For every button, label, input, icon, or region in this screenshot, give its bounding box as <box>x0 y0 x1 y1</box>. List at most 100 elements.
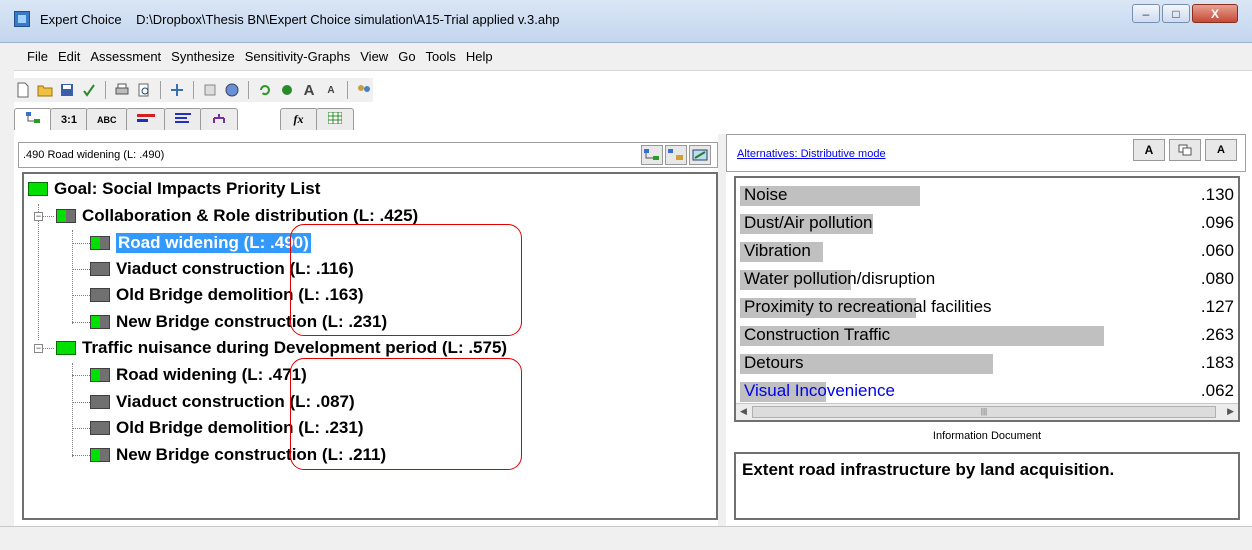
alternatives-header: Alternatives: Distributive mode A A <box>726 134 1246 172</box>
window-title: Expert Choice D:\Dropbox\Thesis BN\Exper… <box>40 12 560 27</box>
menu-synthesize[interactable]: Synthesize <box>166 49 240 64</box>
view-tabs: 3:1 ABC fx <box>14 106 354 130</box>
alternative-name: Proximity to recreational facilities <box>744 297 992 316</box>
globe-icon[interactable] <box>223 81 241 99</box>
toolbar-separator <box>193 81 194 99</box>
alternative-row[interactable]: Vibration .060 <box>740 240 1234 262</box>
new-file-icon[interactable] <box>14 81 32 99</box>
open-folder-icon[interactable] <box>36 81 54 99</box>
hierarchy-icon <box>211 112 227 127</box>
toolbar-separator <box>105 81 106 99</box>
alternative-value: .130 <box>1200 185 1234 204</box>
node-marker <box>90 448 110 462</box>
alternative-name: Construction Traffic <box>744 325 891 344</box>
font-larger-icon[interactable]: A <box>300 81 318 99</box>
formula-icon: fx <box>293 112 304 126</box>
node-marker <box>90 236 110 250</box>
users-icon[interactable] <box>355 81 373 99</box>
menu-go[interactable]: Go <box>393 49 420 64</box>
tab-pairwise-graphical[interactable] <box>125 108 166 130</box>
alternative-row[interactable]: Water pollution/disruption .080 <box>740 268 1234 290</box>
menu-sensitivity-graphs[interactable]: Sensitivity-Graphs <box>240 49 355 64</box>
font-style-icon[interactable]: A <box>1133 139 1165 161</box>
node-status-bar: .490 Road widening (L: .490) <box>18 142 718 168</box>
menu-edit[interactable]: Edit <box>53 49 85 64</box>
menu-tools[interactable]: Tools <box>421 49 461 64</box>
alternative-row[interactable]: Dust/Air pollution .096 <box>740 212 1234 234</box>
alternative-name: Visual Incovenience <box>744 381 895 400</box>
alternatives-list: Noise .130 Dust/Air pollution .096 Vibra… <box>734 176 1240 422</box>
status-bar <box>0 526 1252 550</box>
alternative-value: .060 <box>1200 241 1234 260</box>
alternative-row[interactable]: Visual Incovenience .062 <box>740 380 1234 402</box>
move-icon[interactable] <box>168 81 186 99</box>
criterion-label: Collaboration & Role distribution (L: .4… <box>82 206 419 225</box>
menu-bar: File Edit Assessment Synthesize Sensitiv… <box>0 43 1252 71</box>
alternative-value: .080 <box>1200 269 1234 288</box>
node-marker <box>90 288 110 302</box>
save-icon[interactable] <box>58 81 76 99</box>
tab-grid[interactable] <box>315 108 354 130</box>
menu-view[interactable]: View <box>355 49 393 64</box>
scroll-thumb[interactable]: ||| <box>752 406 1216 418</box>
collapse-toggle[interactable]: − <box>34 344 43 353</box>
alternative-value: .183 <box>1200 353 1234 372</box>
font-size-icon[interactable]: A <box>1205 139 1237 161</box>
alternative-row[interactable]: Construction Traffic .263 <box>740 324 1234 346</box>
print-icon[interactable] <box>113 81 131 99</box>
distributive-mode-link[interactable]: Alternatives: Distributive mode <box>737 148 886 160</box>
alternative-value: .263 <box>1200 325 1234 344</box>
alternative-row[interactable]: Detours .183 <box>740 352 1234 374</box>
alternative-row[interactable]: Noise .130 <box>740 184 1234 206</box>
tab-pairwise-verbal[interactable]: ABC <box>86 108 128 130</box>
maximize-button[interactable]: □ <box>1162 4 1190 23</box>
refresh-icon[interactable] <box>256 81 274 99</box>
alternative-name: Water pollution/disruption <box>744 269 936 288</box>
menu-help[interactable]: Help <box>461 49 498 64</box>
app-icon <box>14 11 30 27</box>
toolbar-separator <box>347 81 348 99</box>
tree-node[interactable]: Road widening (L: .471) <box>90 362 307 388</box>
tree-node[interactable]: Road widening (L: .490) <box>90 230 311 256</box>
criterion-marker <box>56 341 76 355</box>
scroll-right-icon[interactable]: ▶ <box>1227 406 1234 417</box>
collapse-toggle[interactable]: − <box>34 212 43 221</box>
refresh-all-icon[interactable] <box>278 81 296 99</box>
zoom-button[interactable] <box>689 145 711 165</box>
info-document-title: Information Document <box>932 430 1042 442</box>
node-marker <box>90 421 110 435</box>
scroll-left-icon[interactable]: ◀ <box>740 406 747 417</box>
tab-direct-data[interactable] <box>163 108 202 130</box>
file-path: D:\Dropbox\Thesis BN\Expert Choice simul… <box>136 12 560 27</box>
goal-node[interactable]: Goal: Social Impacts Priority List <box>28 176 320 202</box>
node-marker <box>90 368 110 382</box>
panel-splitter[interactable] <box>718 134 726 526</box>
alternative-name: Detours <box>744 353 804 372</box>
close-button[interactable]: X <box>1192 4 1238 23</box>
hierarchy-tree: − − Goal: Social Impacts Priority List C… <box>22 172 718 520</box>
edit-icon[interactable] <box>201 81 219 99</box>
horizontal-scrollbar[interactable]: ◀ ||| ▶ <box>736 403 1238 420</box>
font-smaller-icon[interactable]: A <box>322 81 340 99</box>
menu-file[interactable]: File <box>22 49 53 64</box>
tab-tree-view[interactable] <box>14 108 52 130</box>
window-frame <box>0 43 14 526</box>
alternative-row[interactable]: Proximity to recreational facilities .12… <box>740 296 1234 318</box>
alternative-value: .127 <box>1200 297 1234 316</box>
tab-formula[interactable]: fx <box>279 108 318 130</box>
info-document-text[interactable]: Extent road infrastructure by land acqui… <box>734 452 1240 520</box>
check-icon[interactable] <box>80 81 98 99</box>
minimize-button[interactable]: – <box>1132 4 1160 23</box>
copy-icon[interactable] <box>1169 139 1201 161</box>
alternatives-view-button[interactable] <box>665 145 687 165</box>
tree-view-button[interactable] <box>641 145 663 165</box>
node-marker <box>90 395 110 409</box>
alternative-name: Noise <box>744 185 788 204</box>
tree-view-icon <box>26 112 40 127</box>
annotation-box <box>290 358 522 470</box>
print-preview-icon[interactable] <box>135 81 153 99</box>
goal-label: Goal: Social Impacts Priority List <box>54 179 321 198</box>
menu-assessment[interactable]: Assessment <box>85 49 166 64</box>
tab-hierarchy[interactable] <box>199 108 238 130</box>
tab-pairwise-numerical[interactable]: 3:1 <box>50 108 88 130</box>
